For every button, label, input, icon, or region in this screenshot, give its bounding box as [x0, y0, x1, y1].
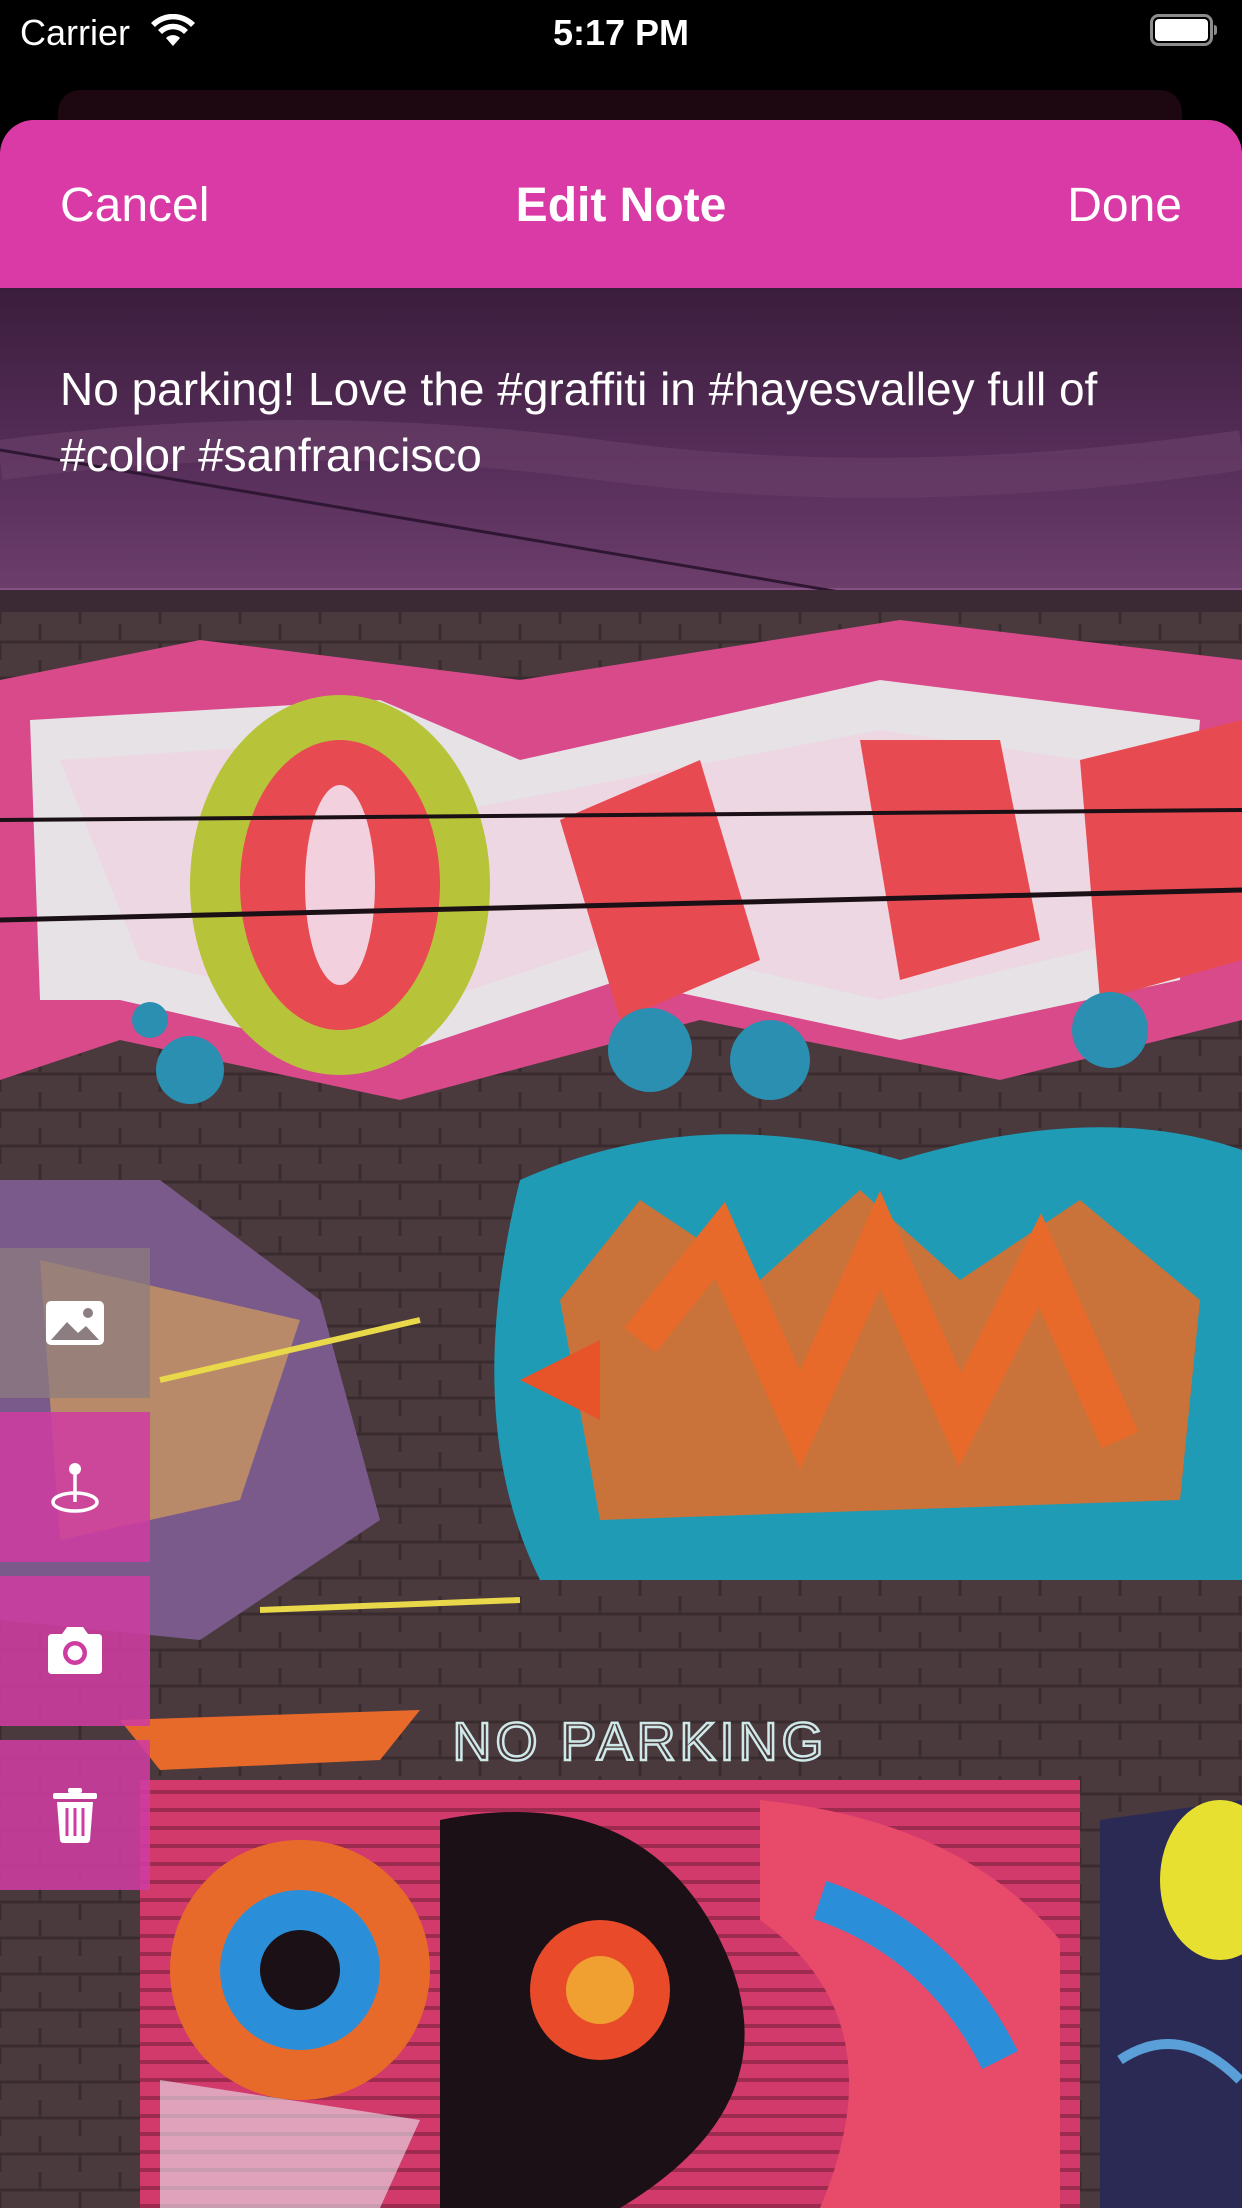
photo-button[interactable] [0, 1248, 150, 1398]
delete-button[interactable] [0, 1740, 150, 1890]
cancel-button[interactable]: Cancel [60, 178, 209, 233]
no-parking-text: NO PARKING [452, 1712, 827, 1772]
trash-icon [53, 1788, 97, 1843]
location-button[interactable] [0, 1412, 150, 1562]
battery-icon [1150, 14, 1217, 46]
location-pin-icon [51, 1463, 99, 1513]
nav-bar: Cancel Edit Note Done [0, 120, 1242, 288]
photo-icon [46, 1301, 104, 1345]
camera-icon [48, 1627, 102, 1674]
status-time: 5:17 PM [552, 12, 690, 53]
done-button[interactable]: Done [1067, 178, 1182, 233]
note-text-field[interactable]: No parking! Love the #graffiti in #hayes… [60, 356, 1190, 488]
status-bar: Carrier 5:17 PM [0, 0, 1242, 62]
camera-button[interactable] [0, 1576, 150, 1726]
edit-note-sheet: NO PARKING Cancel Edit Note Done No park… [0, 120, 1242, 2208]
